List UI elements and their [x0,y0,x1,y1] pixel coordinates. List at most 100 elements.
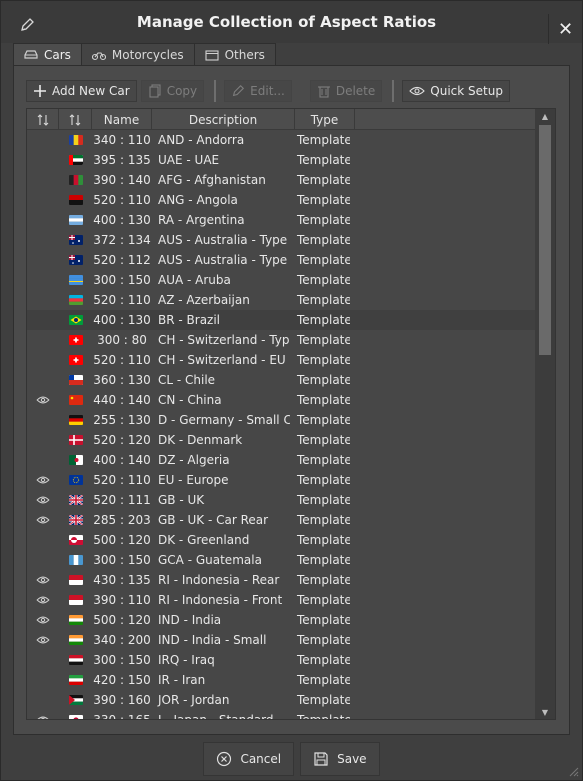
table-row[interactable]: 520 : 120 DK - Denmark Template [27,430,535,450]
scrollbar-thumb[interactable] [539,125,551,355]
visibility-cell[interactable] [27,650,59,670]
visibility-cell[interactable] [27,410,59,430]
visibility-cell[interactable] [27,510,59,530]
filler-column-header [355,109,535,130]
table-row[interactable]: 390 : 110 RI - Indonesia - Front Template [27,590,535,610]
table-row[interactable]: 430 : 135 RI - Indonesia - Rear Template [27,570,535,590]
eye-icon[interactable] [36,615,50,625]
close-button[interactable]: ✕ [548,14,582,44]
flag-column-header[interactable] [59,109,92,130]
visibility-cell[interactable] [27,270,59,290]
visibility-cell[interactable] [27,690,59,710]
table-row[interactable]: 340 : 200 IND - India - Small Template [27,630,535,650]
table-row[interactable]: 520 : 110 ANG - Angola Template [27,190,535,210]
visibility-cell[interactable] [27,710,59,720]
plus-icon [34,85,46,97]
table-row[interactable]: 520 : 110 AZ - Azerbaijan Template [27,290,535,310]
table-row[interactable]: 360 : 130 CL - Chile Template [27,370,535,390]
table-row[interactable]: 500 : 120 IND - India Template [27,610,535,630]
cancel-button[interactable]: Cancel [203,742,295,776]
visibility-cell[interactable] [27,470,59,490]
name-column-header[interactable]: Name [92,109,152,130]
quick-setup-button[interactable]: Quick Setup [402,80,510,102]
table-row[interactable]: 300 : 150 GCA - Guatemala Template [27,550,535,570]
tab-motorcycles[interactable]: Motorcycles [80,43,195,65]
type-cell: Template [297,633,350,647]
table-row[interactable]: 300 : 80 CH - Switzerland - Type I Templat… [27,330,535,350]
visibility-cell[interactable] [27,230,59,250]
edit-button[interactable]: Edit... [224,80,292,102]
table-row[interactable]: 400 : 130 RA - Argentina Template [27,210,535,230]
visibility-cell[interactable] [27,170,59,190]
table-row[interactable]: 395 : 135 UAE - UAE Template [27,150,535,170]
visibility-cell[interactable] [27,210,59,230]
table-body: 340 : 110 AND - Andorra Template 395 : 135 U… [27,130,535,720]
visibility-cell[interactable] [27,130,59,150]
table-row[interactable]: 372 : 134 AUS - Australia - Type I Templat… [27,230,535,250]
tab-cars[interactable]: Cars [13,43,82,65]
name-cell: 300 : 80 [97,333,147,347]
visibility-cell[interactable] [27,250,59,270]
table-row[interactable]: 300 : 150 AUA - Aruba Template [27,270,535,290]
flag-cell [59,170,92,190]
visibility-cell[interactable] [27,350,59,370]
visibility-cell[interactable] [27,150,59,170]
visibility-cell[interactable] [27,610,59,630]
tab-others[interactable]: Others [193,43,276,65]
eye-icon[interactable] [36,515,50,525]
table-row[interactable]: 400 : 130 BR - Brazil Template [27,310,535,330]
eye-icon[interactable] [36,575,50,585]
title-bar[interactable]: Manage Collection of Aspect Ratios ✕ [1,1,582,44]
eye-icon[interactable] [36,635,50,645]
table-row[interactable]: 300 : 150 IRQ - Iraq Template [27,650,535,670]
toolbar-divider [214,80,217,102]
table-row[interactable]: 400 : 140 DZ - Algeria Template [27,450,535,470]
visibility-cell[interactable] [27,430,59,450]
type-column-header[interactable]: Type [295,109,355,130]
table-row[interactable]: 285 : 203 GB - UK - Car Rear Template [27,510,535,530]
add-new-car-label: Add New Car [52,84,130,98]
visibility-cell[interactable] [27,570,59,590]
table-row[interactable]: 520 : 110 EU - Europe Template [27,470,535,490]
resize-grip-icon[interactable] [569,767,579,777]
visibility-cell[interactable] [27,490,59,510]
table-row[interactable]: 440 : 140 CN - China Template [27,390,535,410]
table-row[interactable]: 390 : 140 AFG - Afghanistan Template [27,170,535,190]
save-button[interactable]: Save [300,742,380,776]
visibility-cell[interactable] [27,530,59,550]
eye-icon[interactable] [36,495,50,505]
visibility-cell[interactable] [27,670,59,690]
table-row[interactable]: 390 : 160 JOR - Jordan Template [27,690,535,710]
table-row[interactable]: 500 : 120 DK - Greenland Template [27,530,535,550]
copy-button[interactable]: Copy [140,80,205,102]
vertical-scrollbar[interactable]: ▲ ▼ [535,109,555,719]
visibility-cell[interactable] [27,630,59,650]
visibility-cell[interactable] [27,330,59,350]
table-row[interactable]: 420 : 150 IR - Iran Template [27,670,535,690]
delete-button[interactable]: Delete [309,80,383,102]
description-column-header[interactable]: Description [152,109,295,130]
visibility-cell[interactable] [27,390,59,410]
scroll-up-arrow-icon[interactable]: ▲ [535,109,555,123]
visibility-cell[interactable] [27,290,59,310]
visibility-cell[interactable] [27,450,59,470]
visibility-column-header[interactable] [27,109,59,130]
scroll-down-arrow-icon[interactable]: ▼ [535,705,555,719]
table-row[interactable]: 520 : 111 GB - UK Template [27,490,535,510]
table-row[interactable]: 520 : 110 CH - Switzerland - EU Template [27,350,535,370]
flag-cell [59,570,92,590]
visibility-cell[interactable] [27,310,59,330]
table-row[interactable]: 340 : 110 AND - Andorra Template [27,130,535,150]
eye-icon[interactable] [36,475,50,485]
visibility-cell[interactable] [27,190,59,210]
table-row[interactable]: 330 : 165 J - Japan - Standard Template [27,710,535,720]
eye-icon[interactable] [36,595,50,605]
table-row[interactable]: 255 : 130 D - Germany - Small Car Template [27,410,535,430]
add-new-car-button[interactable]: Add New Car [26,80,137,102]
eye-icon[interactable] [36,395,50,405]
eye-icon[interactable] [36,715,50,720]
visibility-cell[interactable] [27,550,59,570]
visibility-cell[interactable] [27,370,59,390]
visibility-cell[interactable] [27,590,59,610]
table-row[interactable]: 520 : 112 AUS - Australia - Type II Templa… [27,250,535,270]
